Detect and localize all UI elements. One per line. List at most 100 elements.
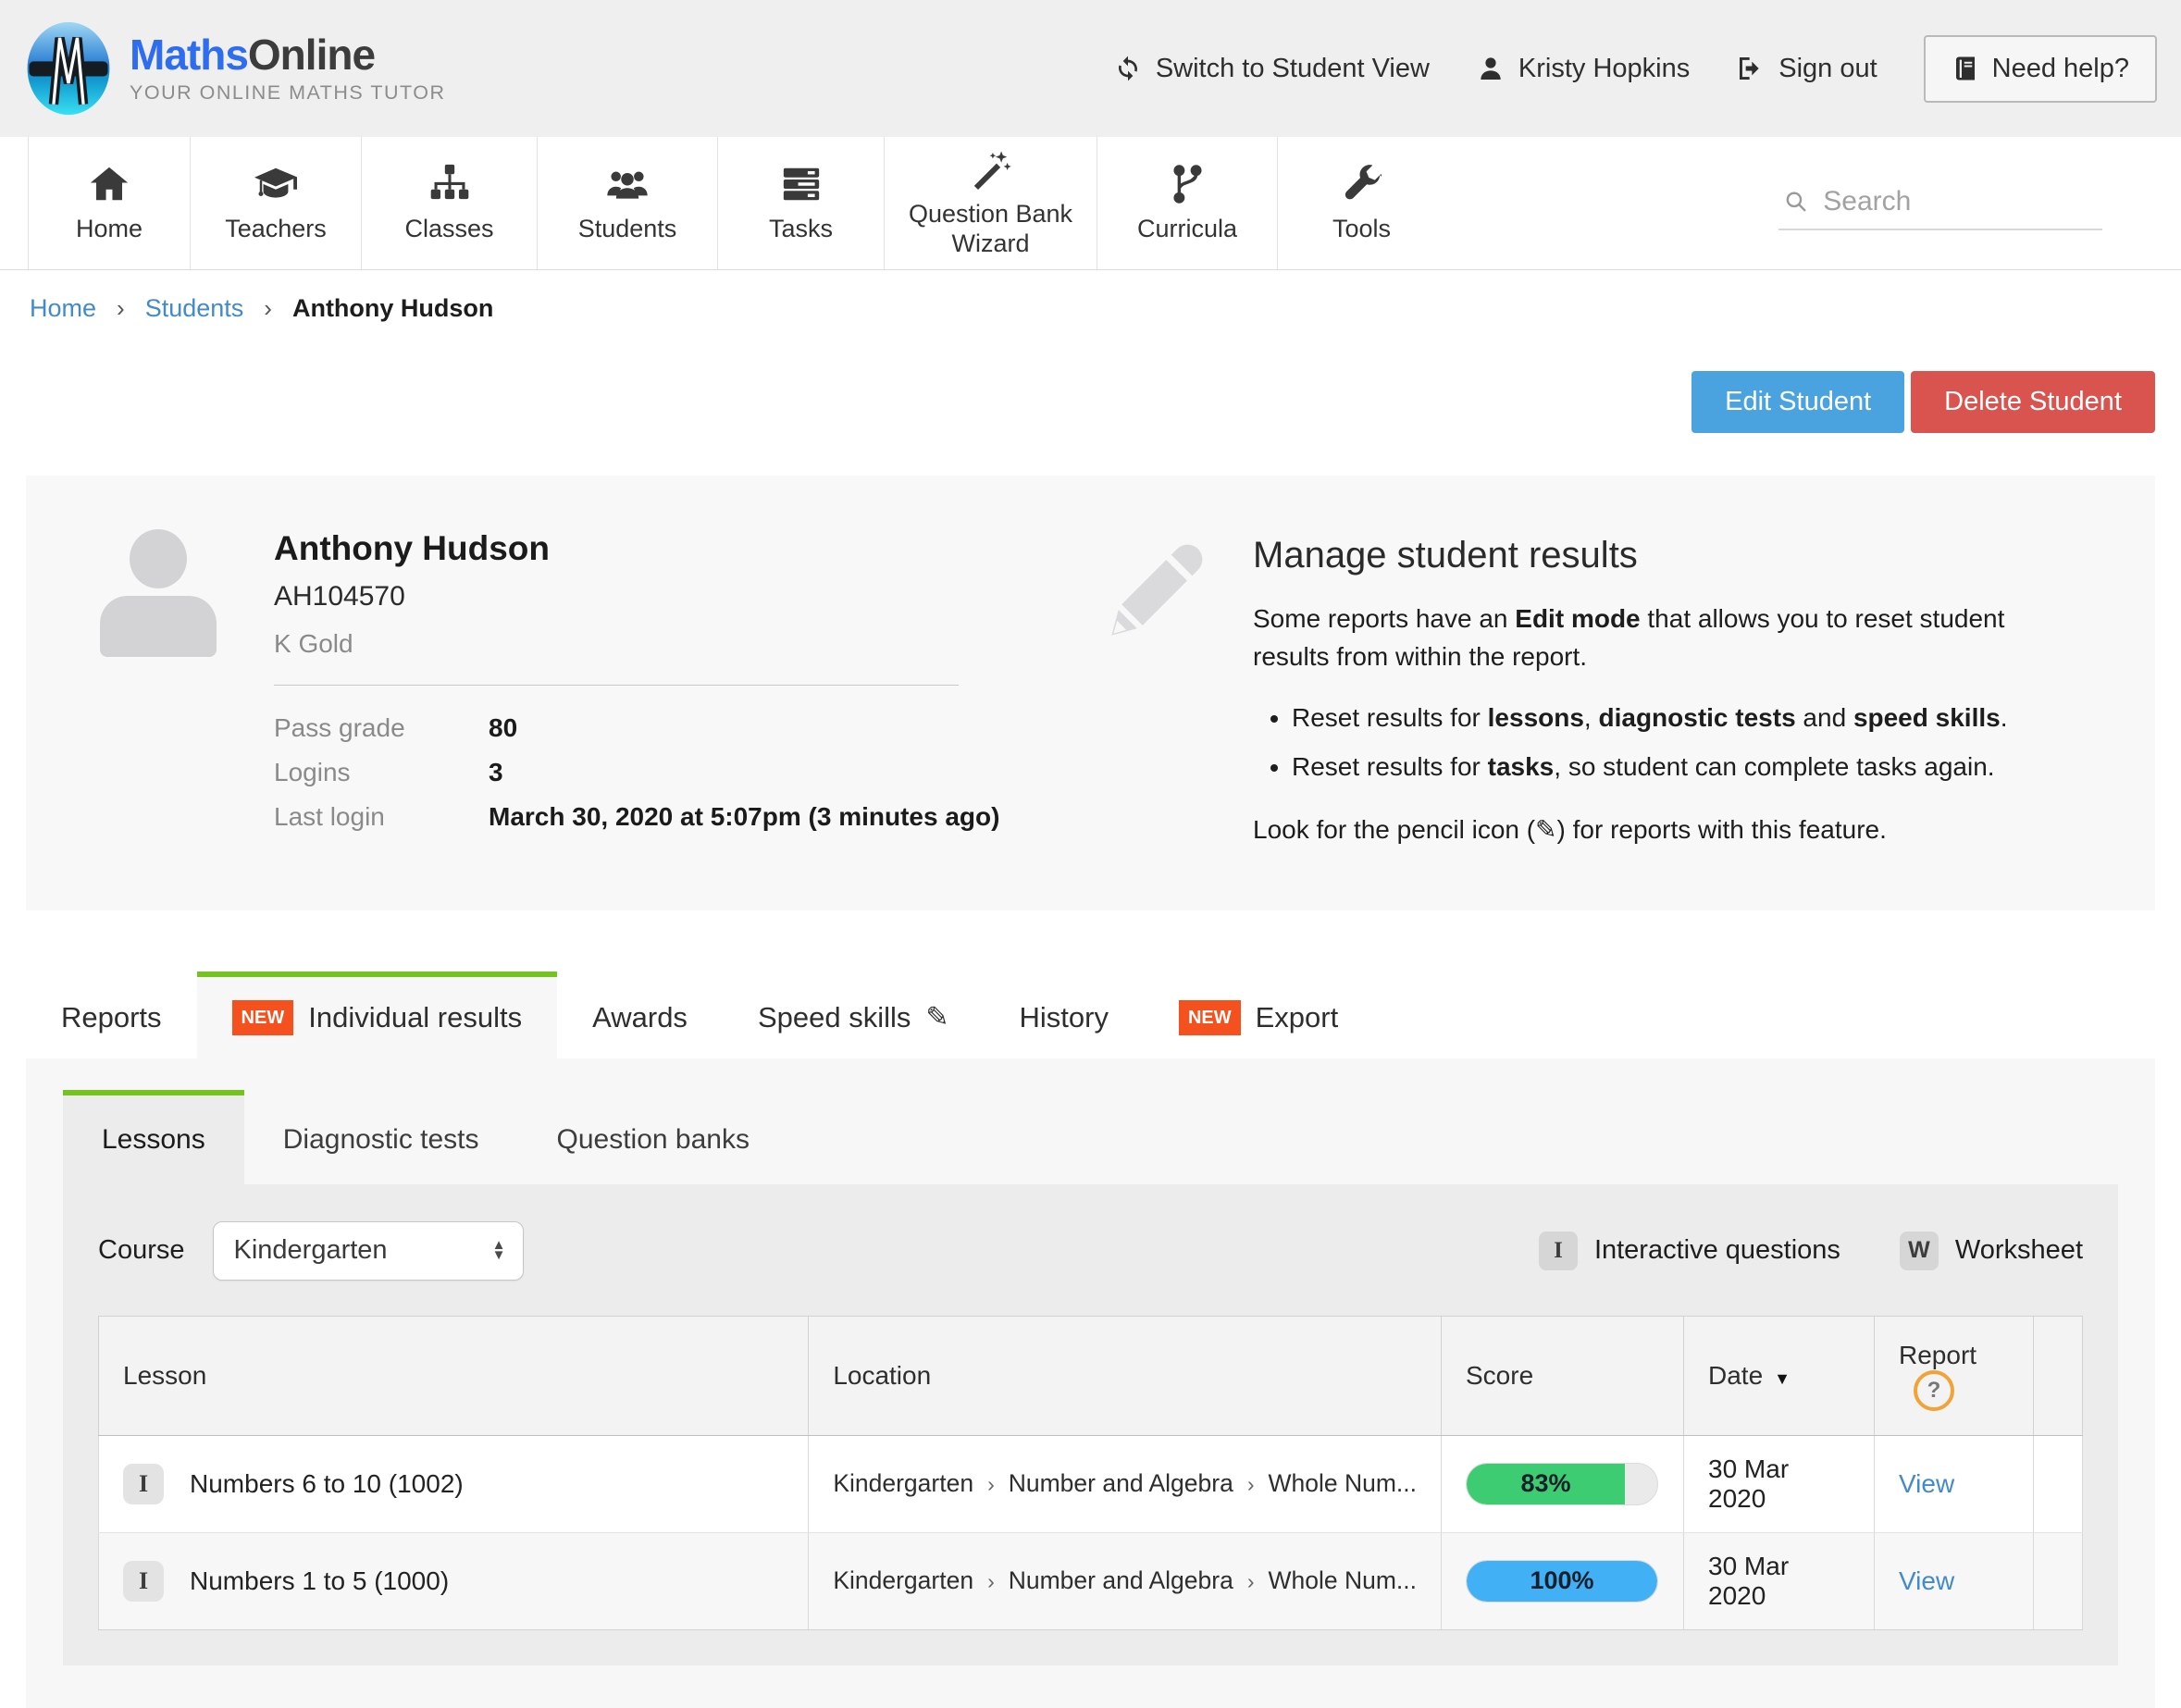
current-user-name: Kristy Hopkins xyxy=(1518,54,1690,84)
switch-student-view-link[interactable]: Switch to Student View xyxy=(1113,54,1430,84)
sign-out-icon xyxy=(1736,54,1766,83)
tab-individual-results[interactable]: NEW Individual results xyxy=(197,972,558,1058)
tab-history[interactable]: History xyxy=(985,972,1144,1058)
nav-item-tools[interactable]: Tools xyxy=(1277,137,1445,269)
table-row: I Numbers 1 to 5 (1000) Kindergarten›Num… xyxy=(99,1532,2083,1629)
subtab-lessons[interactable]: Lessons xyxy=(63,1090,244,1184)
breadcrumb-students[interactable]: Students xyxy=(145,294,244,323)
new-badge: NEW xyxy=(1179,1000,1241,1035)
view-report-link[interactable]: View xyxy=(1899,1469,1954,1498)
nav-item-curricula[interactable]: Curricula xyxy=(1097,137,1277,269)
graduation-cap-icon xyxy=(254,163,297,205)
score-cell: 83% xyxy=(1442,1435,1684,1532)
location-segment: Whole Num... xyxy=(1268,1469,1417,1497)
search-input[interactable] xyxy=(1823,186,2097,217)
nav-label: Tasks xyxy=(769,215,833,243)
nav-item-question-bank-wizard[interactable]: Question Bank Wizard xyxy=(884,137,1097,269)
date-header-label: Date xyxy=(1708,1361,1763,1390)
subtab-label: Lessons xyxy=(102,1124,205,1156)
server-list-icon xyxy=(780,163,823,205)
score-label: 100% xyxy=(1530,1566,1593,1595)
avatar-head xyxy=(130,529,187,588)
manage-results-text: Manage student results Some reports have… xyxy=(1253,535,2086,849)
course-label: Course xyxy=(98,1235,185,1266)
student-details: Anthony Hudson AH104570 K Gold Pass grad… xyxy=(94,529,1103,849)
refresh-icon xyxy=(1113,54,1143,83)
score-bar-track: 83% xyxy=(1466,1463,1658,1505)
tab-label: Awards xyxy=(592,1001,688,1034)
last-login-value: March 30, 2020 at 5:07pm (3 minutes ago) xyxy=(489,802,999,832)
header-links: Switch to Student View Kristy Hopkins Si… xyxy=(1113,35,2157,103)
edit-student-button[interactable]: Edit Student xyxy=(1692,371,1904,433)
column-header-location: Location xyxy=(809,1316,1442,1435)
breadcrumb-current: Anthony Hudson xyxy=(292,294,493,323)
home-icon xyxy=(88,163,130,205)
individual-results-panel: Lessons Diagnostic tests Question banks … xyxy=(26,1058,2155,1708)
chevron-separator: › xyxy=(987,1569,995,1593)
course-select[interactable]: Kindergarten ▲▼ xyxy=(213,1221,524,1281)
student-id: AH104570 xyxy=(274,581,999,613)
manage-results-intro: Some reports have an Edit mode that allo… xyxy=(1253,600,2086,675)
tab-export[interactable]: NEW Export xyxy=(1144,972,1373,1058)
student-class: K Gold xyxy=(274,629,999,659)
nav-label: Students xyxy=(578,215,677,243)
worksheet-badge: W xyxy=(1900,1231,1939,1270)
report-header-label: Report xyxy=(1899,1341,1977,1369)
logo-text: MathsOnline YOUR ONLINE MATHS TUTOR xyxy=(130,33,446,105)
nav-item-tasks[interactable]: Tasks xyxy=(717,137,884,269)
table-row: I Numbers 6 to 10 (1002) Kindergarten›Nu… xyxy=(99,1435,2083,1532)
breadcrumb-separator: › xyxy=(117,294,125,323)
pencil-icon: ✎ xyxy=(925,1001,948,1033)
nav-label: Classes xyxy=(404,215,493,243)
nav-item-students[interactable]: Students xyxy=(537,137,717,269)
tab-label: Individual results xyxy=(308,1001,522,1034)
subtab-diagnostic-tests[interactable]: Diagnostic tests xyxy=(244,1090,518,1184)
lesson-results-table: Lesson Location Score Date▼ Report? I Nu… xyxy=(98,1316,2083,1630)
score-bar-fill: 100% xyxy=(1467,1561,1657,1602)
breadcrumb-home[interactable]: Home xyxy=(30,294,96,323)
report-help-icon[interactable]: ? xyxy=(1914,1370,1954,1411)
pencil-icon xyxy=(1103,535,1212,644)
nav-item-classes[interactable]: Classes xyxy=(361,137,537,269)
sign-out-link[interactable]: Sign out xyxy=(1736,54,1877,84)
last-login-row: Last login March 30, 2020 at 5:07pm (3 m… xyxy=(274,802,999,832)
location-segment: Whole Num... xyxy=(1268,1566,1417,1594)
report-tabs: Reports NEW Individual results Awards Sp… xyxy=(26,972,2155,1058)
manage-results-footer: Look for the pencil icon (✎) for reports… xyxy=(1253,811,2086,849)
tab-awards[interactable]: Awards xyxy=(557,972,723,1058)
main-nav: Home Teachers Classes Students Tasks Que… xyxy=(0,137,2181,270)
pass-grade-value: 80 xyxy=(489,713,517,743)
branch-icon xyxy=(1166,163,1208,205)
breadcrumb: Home › Students › Anthony Hudson xyxy=(0,270,2181,340)
manage-results-title: Manage student results xyxy=(1253,535,2086,576)
nav-label: Tools xyxy=(1332,215,1391,243)
score-bar-fill: 83% xyxy=(1467,1464,1625,1504)
subtab-question-banks[interactable]: Question banks xyxy=(518,1090,788,1184)
mathsonline-logo[interactable]: MathsOnline YOUR ONLINE MATHS TUTOR xyxy=(24,20,446,117)
lessons-panel: Course Kindergarten ▲▼ I Interactive que… xyxy=(63,1184,2118,1665)
column-header-date[interactable]: Date ▼ xyxy=(1684,1316,1875,1435)
view-report-link[interactable]: View xyxy=(1899,1566,1954,1595)
logins-label: Logins xyxy=(274,758,489,787)
need-help-button[interactable]: Need help? xyxy=(1924,35,2157,103)
column-header-lesson: Lesson xyxy=(99,1316,809,1435)
location-cell: Kindergarten›Number and Algebra›Whole Nu… xyxy=(809,1435,1442,1532)
search-box[interactable] xyxy=(1778,177,2102,230)
report-cell: View xyxy=(1875,1532,2034,1629)
top-header: MathsOnline YOUR ONLINE MATHS TUTOR Swit… xyxy=(0,0,2181,137)
location-segment: Kindergarten xyxy=(833,1566,973,1594)
delete-student-button[interactable]: Delete Student xyxy=(1911,371,2155,433)
tab-speed-skills[interactable]: Speed skills ✎ xyxy=(723,972,985,1058)
nav-item-teachers[interactable]: Teachers xyxy=(190,137,361,269)
avatar-body xyxy=(100,596,217,657)
bullet-reset-lessons: Reset results for lessons, diagnostic te… xyxy=(1292,699,2086,737)
tab-reports[interactable]: Reports xyxy=(26,972,197,1058)
sort-desc-icon: ▼ xyxy=(1774,1369,1791,1388)
nav-item-home[interactable]: Home xyxy=(28,137,190,269)
breadcrumb-separator: › xyxy=(264,294,272,323)
column-header-report: Report? xyxy=(1875,1316,2034,1435)
current-user-link[interactable]: Kristy Hopkins xyxy=(1476,54,1690,84)
student-name: Anthony Hudson xyxy=(274,529,999,568)
worksheet-label: Worksheet xyxy=(1955,1235,2083,1266)
manage-results-section: Manage student results Some reports have… xyxy=(1103,529,2113,849)
